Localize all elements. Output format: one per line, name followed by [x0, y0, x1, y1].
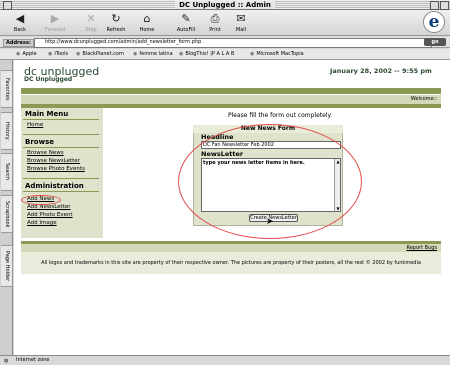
favorite-apple[interactable]: Apple — [16, 51, 36, 57]
nav-heading-administration: Administration — [25, 182, 84, 190]
autofill-button[interactable]: ✎ AutoFill — [172, 12, 200, 33]
forward-button[interactable]: ▶ Forward — [41, 12, 69, 33]
favorite-blogthis[interactable]: BlogThis! |P A L A B — [179, 51, 234, 57]
annotation-ellipse-add-news — [21, 195, 61, 205]
home-icon: ⌂ — [143, 12, 151, 25]
nav-link-add-newsletter[interactable]: Add NewsLetter — [27, 204, 71, 210]
address-input[interactable]: http://www.dcunplugged.com/admin/add_new… — [34, 38, 432, 48]
favorite-mactopia[interactable]: Microsoft MacTopia — [250, 51, 303, 57]
explorer-tabs: Favorites History Search Scrapbook Page … — [0, 60, 13, 355]
home-button[interactable]: ⌂ Home — [133, 12, 161, 33]
nav-heading-browse: Browse — [25, 138, 54, 146]
address-label: Address: — [3, 39, 34, 47]
printer-icon: ⎙ — [210, 12, 220, 25]
title-bar: DC Unplugged :: Admin — [0, 0, 450, 10]
autofill-icon: ✎ — [181, 12, 191, 25]
nav-divider — [23, 147, 99, 148]
mail-icon: ✉ — [236, 12, 246, 25]
nav-divider — [23, 191, 99, 192]
globe-icon: ◍ — [4, 358, 9, 364]
stop-button[interactable]: ✕ Stop — [77, 12, 105, 33]
browser-logo-icon: e — [423, 11, 445, 33]
welcome-bar: Welcome:: — [21, 95, 441, 104]
tab-history[interactable]: History — [1, 112, 13, 150]
mouse-cursor-icon: ➤ — [266, 217, 274, 227]
go-button[interactable]: go — [424, 38, 446, 46]
forward-arrow-icon: ▶ — [50, 12, 60, 25]
date-time: January 28, 2002 -- 9:55 pm — [330, 67, 432, 75]
nav-divider — [23, 119, 99, 120]
status-bar: ◍ Internet zone — [0, 355, 450, 365]
window-title: DC Unplugged :: Admin — [175, 1, 275, 9]
print-button[interactable]: ⎙ Print — [201, 12, 229, 33]
favorite-blackplanet[interactable]: BlackPlanet.com — [76, 51, 123, 57]
nav-heading-main-menu: Main Menu — [25, 110, 69, 118]
left-nav: Main Menu Home Browse Browse News Browse… — [21, 108, 103, 238]
back-button[interactable]: ◀ Back — [6, 12, 34, 33]
tab-favorites[interactable]: Favorites — [1, 70, 13, 108]
nav-link-browse-photo-events[interactable]: Browse Photo Events — [27, 166, 85, 172]
mail-button[interactable]: ✉ Mail — [227, 12, 255, 33]
header-band — [21, 88, 441, 94]
site-subtitle: DC Unplugged — [24, 76, 73, 83]
favorite-itools[interactable]: iTools — [48, 51, 68, 57]
tab-page-holder[interactable]: Page Holder — [1, 245, 13, 287]
form-instruction: Please fill the form out completely. — [228, 112, 333, 119]
copyright-text: All logos and trademarks in this site ar… — [21, 252, 441, 274]
refresh-button[interactable]: ↻ Refresh — [102, 12, 130, 33]
nav-divider — [23, 178, 99, 179]
favorites-bar: Apple iTools BlackPlanet.com femme latin… — [0, 49, 450, 60]
back-arrow-icon: ◀ — [15, 12, 25, 25]
nav-link-browse-news[interactable]: Browse News — [27, 150, 64, 156]
nav-divider — [23, 134, 99, 135]
nav-link-browse-newsletter[interactable]: Browse NewsLetter — [27, 158, 80, 164]
toolbar: ◀ Back ▶ Forward ✕ Stop ↻ Refresh ⌂ Home ✎ Aut… — [0, 10, 450, 36]
collapse-window-button[interactable] — [440, 1, 449, 10]
refresh-icon: ↻ — [111, 12, 121, 25]
stop-icon: ✕ — [86, 12, 96, 25]
tab-search[interactable]: Search — [1, 153, 13, 191]
address-bar: Address: http://www.dcunplugged.com/admi… — [0, 37, 450, 48]
status-text: Internet zone — [16, 357, 50, 363]
zoom-window-button[interactable] — [430, 1, 439, 10]
nav-link-home[interactable]: Home — [27, 122, 43, 128]
nav-link-add-photo-event[interactable]: Add Photo Event — [27, 212, 73, 218]
favorite-femme-latina[interactable]: femme latina — [133, 51, 172, 57]
tab-scrapbook[interactable]: Scrapbook — [1, 195, 13, 233]
nav-link-add-image[interactable]: Add Image — [27, 220, 57, 226]
report-bugs-link[interactable]: Report Bugs — [21, 244, 441, 252]
